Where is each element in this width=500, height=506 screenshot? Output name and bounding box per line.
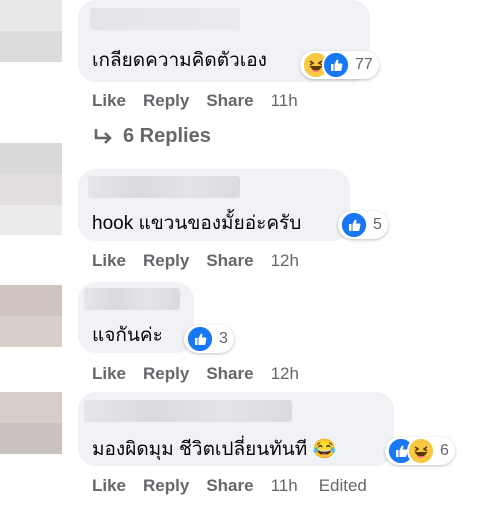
reaction-summary[interactable]: 5 xyxy=(338,211,388,239)
reaction-summary[interactable]: 3 xyxy=(184,325,234,353)
timestamp[interactable]: 12h xyxy=(271,364,299,384)
blurred-author-name xyxy=(90,8,240,30)
edited-label: Edited xyxy=(318,476,367,495)
blurred-author-name xyxy=(84,400,292,422)
reply-button[interactable]: Reply xyxy=(143,364,189,384)
avatar[interactable] xyxy=(0,392,62,454)
reply-arrow-icon xyxy=(94,128,112,144)
avatar[interactable] xyxy=(0,0,62,62)
share-button[interactable]: Share xyxy=(206,91,253,111)
comment-actions: Like Reply Share 11h xyxy=(92,91,315,111)
reaction-count: 3 xyxy=(219,330,228,347)
comment-bubble: hook แขวนของมั้ยอ่ะครับ xyxy=(78,169,350,241)
reply-button[interactable]: Reply xyxy=(143,251,189,271)
like-button[interactable]: Like xyxy=(92,364,126,384)
reaction-count: 77 xyxy=(355,56,373,73)
comment-text: มองผิดมุม ชีวิตเปลี่ยนทันที 😂 xyxy=(92,439,337,460)
reaction-summary[interactable]: 77 xyxy=(300,51,379,79)
timestamp[interactable]: 11h xyxy=(271,91,298,111)
comment-text: แจกันค่ะ xyxy=(92,325,163,346)
reply-button[interactable]: Reply xyxy=(143,91,189,111)
blurred-author-name xyxy=(88,176,240,198)
reply-button[interactable]: Reply xyxy=(143,476,189,496)
reaction-count: 5 xyxy=(373,216,382,233)
comment-text: hook แขวนของมั้ยอ่ะครับ xyxy=(92,213,302,234)
share-button[interactable]: Share xyxy=(206,364,253,384)
like-button[interactable]: Like xyxy=(92,91,126,111)
timestamp[interactable]: 12h xyxy=(271,251,299,271)
share-button[interactable]: Share xyxy=(206,251,253,271)
share-button[interactable]: Share xyxy=(206,476,253,496)
comment-bubble: มองผิดมุม ชีวิตเปลี่ยนทันที 😂 xyxy=(78,392,394,466)
like-button[interactable]: Like xyxy=(92,476,126,496)
comment-text: เกลียดความคิดตัวเอง xyxy=(92,50,267,71)
avatar[interactable] xyxy=(0,285,62,347)
like-reaction-icon xyxy=(322,51,350,79)
reaction-count: 6 xyxy=(440,442,449,459)
like-button[interactable]: Like xyxy=(92,251,126,271)
comment-actions: Like Reply Share 12h xyxy=(92,364,316,384)
comment-actions: Like Reply Share 12h xyxy=(92,251,316,271)
replies-label: 6 Replies xyxy=(123,125,211,147)
like-reaction-icon xyxy=(186,325,214,353)
haha-reaction-icon xyxy=(407,437,435,465)
avatar[interactable] xyxy=(0,143,62,205)
blurred-author-name xyxy=(84,288,180,310)
reaction-summary[interactable]: 6 xyxy=(385,437,455,465)
timestamp[interactable]: 11h xyxy=(271,476,298,496)
view-replies-button[interactable]: 6 Replies xyxy=(93,125,211,148)
like-reaction-icon xyxy=(340,211,368,239)
comment-bubble: แจกันค่ะ xyxy=(78,282,194,353)
comment-actions: Like Reply Share 11h Edited xyxy=(92,476,384,496)
